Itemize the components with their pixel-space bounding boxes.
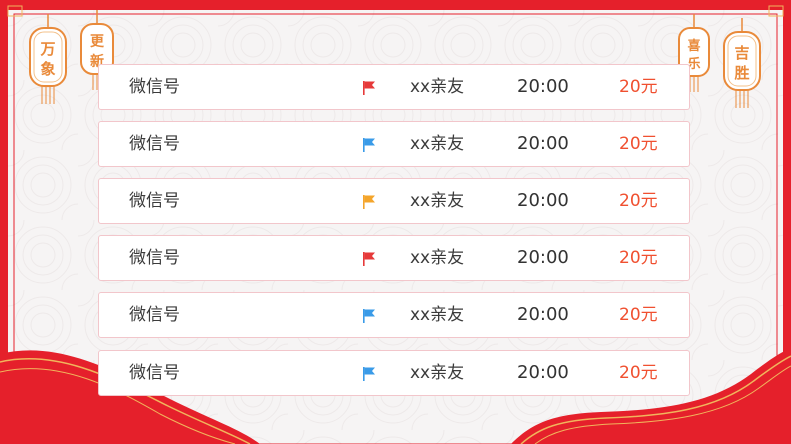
lantern-ji-sheng: 吉 胜 (723, 18, 761, 108)
lantern-char: 吉 (734, 44, 749, 62)
time-value: 20:00 (517, 247, 569, 268)
flag-icon (363, 252, 375, 266)
list-item[interactable]: 微信号 xx亲友 20:00 20元 (98, 350, 690, 396)
wechat-label: 微信号 (129, 248, 180, 268)
amount-value: 20元 (619, 363, 658, 383)
amount-value: 20元 (619, 248, 658, 268)
amount-value: 20元 (619, 305, 658, 325)
amount-value: 20元 (619, 134, 658, 154)
flag-icon (363, 81, 375, 95)
list-item[interactable]: 微信号 xx亲友 20:00 20元 (98, 178, 690, 224)
lantern-char: 象 (40, 60, 55, 78)
wechat-label: 微信号 (129, 134, 180, 154)
amount-value: 20元 (619, 191, 658, 211)
list-item[interactable]: 微信号 xx亲友 20:00 20元 (98, 64, 690, 110)
time-value: 20:00 (517, 304, 569, 325)
list-item[interactable]: 微信号 xx亲友 20:00 20元 (98, 121, 690, 167)
lantern-char: 更 (90, 34, 105, 50)
flag-icon (363, 309, 375, 323)
time-value: 20:00 (517, 362, 569, 383)
list-item[interactable]: 微信号 xx亲友 20:00 20元 (98, 292, 690, 338)
contact-name: xx亲友 (410, 134, 465, 154)
contact-name: xx亲友 (410, 77, 465, 97)
wechat-label: 微信号 (129, 305, 180, 325)
time-value: 20:00 (517, 190, 569, 211)
wechat-label: 微信号 (129, 363, 180, 383)
contact-name: xx亲友 (410, 305, 465, 325)
lantern-wan-xiang: 万 象 (29, 14, 67, 104)
lantern-char: 万 (39, 40, 55, 58)
amount-value: 20元 (619, 77, 658, 97)
contact-name: xx亲友 (410, 191, 465, 211)
time-value: 20:00 (517, 76, 569, 97)
wechat-label: 微信号 (129, 77, 180, 97)
contact-name: xx亲友 (410, 248, 465, 268)
list-item[interactable]: 微信号 xx亲友 20:00 20元 (98, 235, 690, 281)
flag-icon (363, 138, 375, 152)
flag-icon (363, 367, 375, 381)
contact-name: xx亲友 (410, 363, 465, 383)
flag-icon (363, 195, 375, 209)
time-value: 20:00 (517, 133, 569, 154)
lantern-char: 胜 (734, 64, 749, 82)
lantern-char: 喜 (687, 38, 700, 54)
wechat-label: 微信号 (129, 191, 180, 211)
